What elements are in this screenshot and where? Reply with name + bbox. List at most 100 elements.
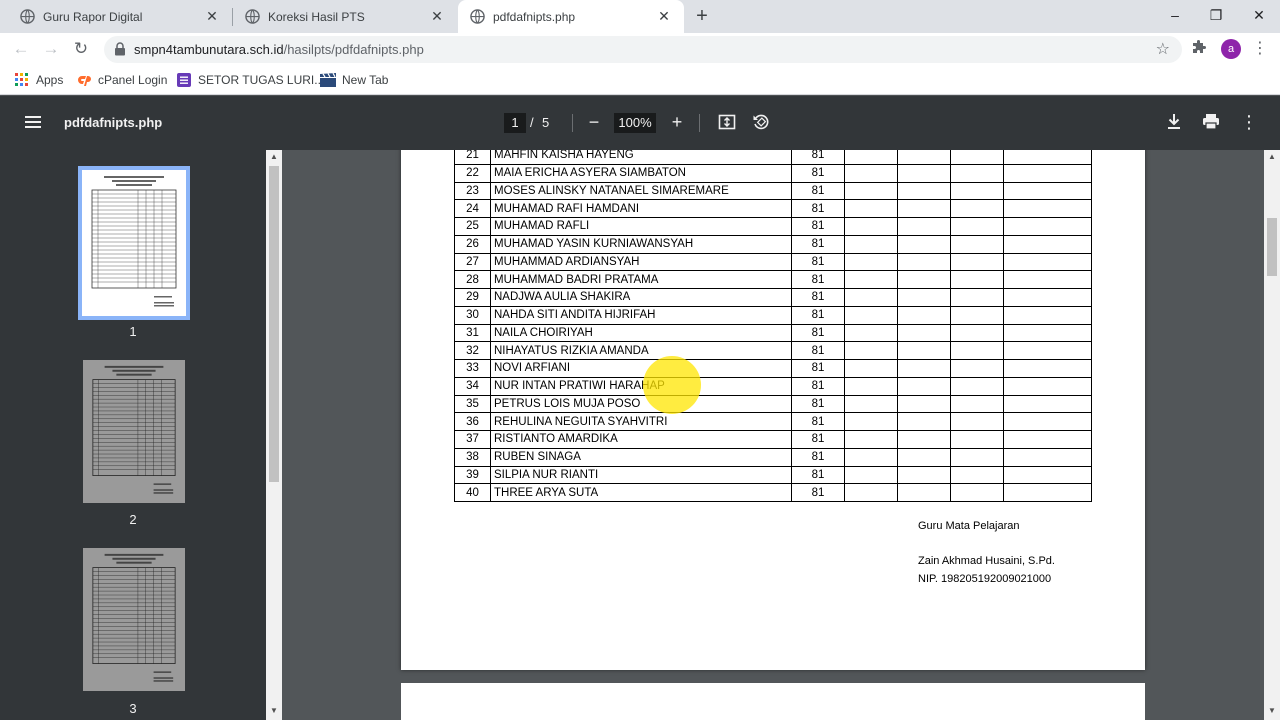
sidebar-scrollbar[interactable]: ▲ ▼ [266, 150, 282, 720]
globe-icon [20, 9, 35, 24]
close-tab-icon[interactable]: ✕ [429, 8, 445, 25]
student-name: MOSES ALINSKY NATANAEL SIMAREMARE [490, 181, 792, 201]
student-score: 81 [791, 359, 845, 378]
browser-menu-icon[interactable]: ⋮ [1252, 40, 1268, 58]
empty-cell [1003, 376, 1092, 396]
pdf-viewer[interactable]: 21 MAHFIN KAISHA HAYENG 81 22 MAIA ERICHA AS… [282, 150, 1264, 720]
extensions-puzzle-icon[interactable] [1191, 40, 1209, 58]
student-name: MUHAMAD RAFLI [490, 217, 792, 236]
empty-cell [950, 270, 1004, 289]
empty-cell [844, 150, 898, 165]
row-number: 23 [454, 181, 491, 201]
student-score: 81 [791, 465, 845, 485]
apps-grid-icon [14, 72, 30, 88]
minimize-button[interactable]: – [1160, 4, 1190, 26]
maximize-button[interactable]: ❐ [1201, 4, 1231, 26]
row-number: 40 [454, 483, 491, 502]
viewer-scroll-thumb[interactable] [1267, 218, 1277, 276]
empty-cell [844, 288, 898, 307]
grades-table: 21 MAHFIN KAISHA HAYENG 81 22 MAIA ERICHA AS… [454, 150, 1092, 502]
back-arrow-icon[interactable]: ← [10, 38, 32, 60]
bookmarks-bar: Apps cPanel Login SETOR TUGAS LURI... Ne… [0, 65, 1280, 95]
page-thumbnail-2[interactable] [83, 360, 185, 503]
empty-cell [897, 181, 951, 201]
student-score: 81 [791, 447, 845, 467]
tab-koreksi-hasil-pts[interactable]: Koreksi Hasil PTS ✕ [233, 0, 457, 33]
row-number: 24 [454, 199, 491, 218]
scroll-up-arrow-icon[interactable]: ▲ [1267, 152, 1277, 161]
download-icon[interactable] [1162, 110, 1186, 134]
scroll-down-arrow-icon[interactable]: ▼ [269, 706, 279, 715]
empty-cell [897, 150, 951, 165]
zoom-level-input[interactable]: 100% [614, 113, 656, 133]
tab-title: Guru Rapor Digital [43, 9, 143, 24]
url-host: smpn4tambunutara.sch.id [134, 42, 284, 57]
address-bar[interactable]: smpn4tambunutara.sch.id/hasilpts/pdfdafn… [104, 36, 1182, 63]
empty-cell [897, 341, 951, 360]
empty-cell [950, 341, 1004, 360]
empty-cell [897, 447, 951, 467]
new-tab-button[interactable]: + [692, 6, 712, 26]
bookmark-apps[interactable]: Apps [14, 71, 63, 89]
bookmark-setor-tugas[interactable]: SETOR TUGAS LURI... [176, 71, 324, 89]
table-row: 28 MUHAMMAD BADRI PRATAMA 81 [454, 270, 1092, 289]
bookmark-cpanel-login[interactable]: cPanel Login [76, 71, 167, 89]
empty-cell [1003, 465, 1092, 485]
lock-icon[interactable] [114, 42, 128, 56]
viewer-scrollbar[interactable]: ▲ ▼ [1264, 150, 1280, 720]
empty-cell [1003, 341, 1092, 360]
bookmark-label: New Tab [342, 73, 389, 87]
close-tab-icon[interactable]: ✕ [204, 8, 220, 25]
empty-cell [1003, 181, 1092, 201]
empty-cell [844, 394, 898, 414]
empty-cell [897, 163, 951, 183]
scroll-down-arrow-icon[interactable]: ▼ [1267, 706, 1277, 715]
row-number: 34 [454, 376, 491, 396]
scroll-up-arrow-icon[interactable]: ▲ [269, 152, 279, 161]
empty-cell [950, 483, 1004, 502]
bookmark-label: cPanel Login [98, 73, 168, 87]
table-row: 39 SILPIA NUR RIANTI 81 [454, 465, 1092, 485]
url-text[interactable]: smpn4tambunutara.sch.id/hasilpts/pdfdafn… [134, 42, 424, 57]
student-score: 81 [791, 341, 845, 360]
bookmark-new-tab[interactable]: New Tab [320, 71, 388, 89]
toolbar-divider [572, 114, 573, 132]
reload-icon[interactable]: ↻ [70, 38, 92, 60]
row-number: 39 [454, 465, 491, 485]
zoom-in-button[interactable]: + [665, 110, 689, 134]
profile-avatar[interactable]: a [1221, 39, 1241, 59]
tab-pdfdafnipts[interactable]: pdfdafnipts.php ✕ [458, 0, 684, 33]
forward-arrow-icon[interactable]: → [40, 38, 62, 60]
student-score: 81 [791, 150, 845, 165]
tab-guru-rapor-digital[interactable]: Guru Rapor Digital ✕ [8, 0, 232, 33]
cpanel-icon [76, 72, 92, 88]
page-separator: / [530, 115, 534, 130]
empty-cell [897, 234, 951, 254]
sidebar-scroll-thumb[interactable] [269, 166, 279, 482]
zoom-out-button[interactable]: − [582, 110, 606, 134]
sidebar-menu-icon[interactable] [24, 113, 42, 131]
empty-cell [844, 323, 898, 343]
more-options-icon[interactable]: ⋮ [1237, 110, 1261, 134]
page-thumbnail-1[interactable] [78, 166, 190, 320]
empty-cell [1003, 270, 1092, 289]
row-number: 36 [454, 412, 491, 431]
close-tab-icon[interactable]: ✕ [656, 8, 672, 25]
student-name: PETRUS LOIS MUJA POSO [490, 394, 792, 414]
empty-cell [950, 150, 1004, 165]
empty-cell [950, 163, 1004, 183]
bookmark-star-icon[interactable]: ☆ [1156, 39, 1170, 59]
pdf-title: pdfdafnipts.php [64, 115, 163, 130]
close-window-button[interactable]: ✕ [1244, 4, 1274, 26]
print-icon[interactable] [1199, 110, 1223, 134]
fit-to-page-icon[interactable] [715, 110, 739, 134]
student-score: 81 [791, 483, 845, 502]
rotate-icon[interactable] [749, 110, 773, 134]
page-number-input[interactable]: 1 [504, 113, 526, 133]
empty-cell [1003, 150, 1092, 165]
page-thumbnail-3[interactable] [83, 548, 185, 691]
table-row: 24 MUHAMAD RAFI HAMDANI 81 [454, 199, 1092, 218]
empty-cell [897, 199, 951, 218]
student-score: 81 [791, 376, 845, 396]
row-number: 37 [454, 430, 491, 449]
